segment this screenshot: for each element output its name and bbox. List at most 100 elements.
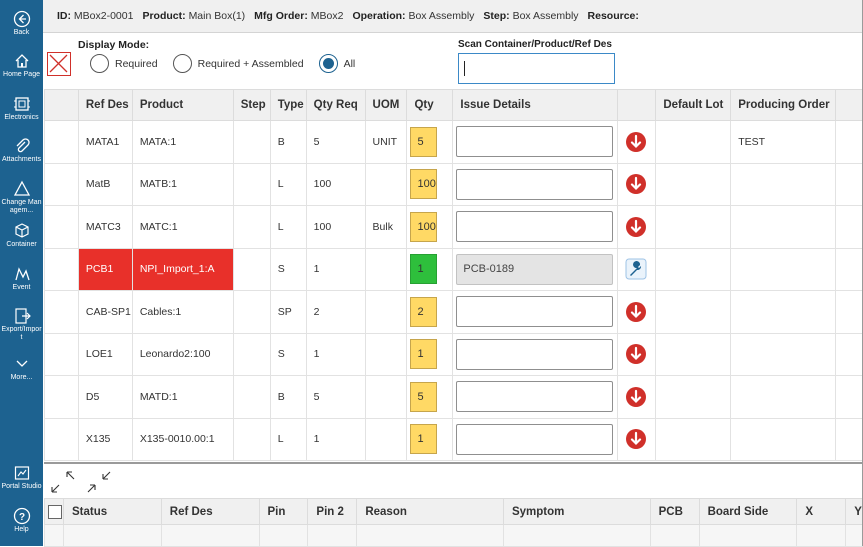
- table-row[interactable]: MatB MATB:1 L 100 100: [44, 162, 863, 206]
- row-selector[interactable]: [44, 120, 79, 164]
- issue-button[interactable]: [625, 343, 647, 365]
- table-row[interactable]: PCB1 NPI_Import_1:A S 1 1 PCB-0189: [44, 247, 863, 291]
- sidebar-item-change-management[interactable]: Change Managem...: [0, 180, 43, 215]
- cell-default-lot: [655, 417, 732, 461]
- column-header-pin[interactable]: Pin: [258, 498, 309, 525]
- qty-input[interactable]: 2: [410, 296, 438, 327]
- issue-button[interactable]: [625, 131, 647, 153]
- column-header-pcb[interactable]: PCB: [649, 498, 700, 525]
- checkbox[interactable]: [48, 504, 62, 519]
- clear-button[interactable]: [47, 52, 71, 76]
- sidebar-item-label: Change Managem...: [1, 199, 42, 214]
- issue-button[interactable]: [625, 301, 647, 323]
- column-header-step[interactable]: Step: [232, 89, 271, 121]
- column-header-producing-order[interactable]: Producing Order: [730, 89, 836, 121]
- sidebar-item-event[interactable]: Event: [0, 265, 43, 292]
- qty-input[interactable]: 1: [410, 339, 438, 370]
- cell-qty: 2: [406, 290, 454, 334]
- sidebar-item-label: Back: [13, 29, 30, 36]
- cell-uom: Bulk: [364, 205, 408, 249]
- issue-details-input[interactable]: [456, 381, 614, 413]
- select-all-checkbox[interactable]: [44, 498, 64, 525]
- cell-qty: 1: [406, 332, 454, 376]
- column-header-y[interactable]: Y: [845, 498, 863, 525]
- cell-qty-req: 1: [305, 247, 366, 291]
- expand-collapse-arrows[interactable]: [50, 468, 115, 495]
- radio-required-assembled[interactable]: Required + Assembled: [172, 54, 304, 73]
- column-header-qty-req[interactable]: Qty Req: [305, 89, 366, 121]
- issue-details-input[interactable]: [456, 126, 614, 158]
- column-header-symptom[interactable]: Symptom: [502, 498, 651, 525]
- qty-input[interactable]: 5: [410, 126, 438, 157]
- qty-input[interactable]: 1: [410, 254, 438, 285]
- issue-button[interactable]: [625, 216, 647, 238]
- column-header-product[interactable]: Product: [131, 89, 234, 121]
- cell-default-lot: [655, 290, 732, 334]
- panel-splitter[interactable]: [44, 462, 863, 464]
- sidebar-item-more[interactable]: More...: [0, 355, 43, 382]
- cell-producing-order: [730, 332, 836, 376]
- column-header-ref-des[interactable]: Ref Des: [160, 498, 260, 525]
- row-selector[interactable]: [44, 417, 79, 461]
- issue-button[interactable]: [625, 428, 647, 450]
- cell-qty: 1: [406, 247, 454, 291]
- column-header-action[interactable]: [617, 89, 657, 121]
- column-header-reason[interactable]: Reason: [356, 498, 504, 525]
- sidebar-item-home-page[interactable]: Home Page: [0, 52, 43, 79]
- table-row[interactable]: CAB-SP1 Cables:1 SP 2 2: [44, 290, 863, 334]
- column-header-ref-des[interactable]: Ref Des: [77, 89, 133, 121]
- issue-details-input[interactable]: [456, 338, 614, 370]
- column-header-x[interactable]: X: [796, 498, 847, 525]
- issue-details-input[interactable]: [456, 423, 614, 455]
- radio-all[interactable]: All: [318, 54, 355, 73]
- cell-qty-req: 1: [305, 417, 366, 461]
- cell-issue-details: [452, 417, 619, 461]
- column-header-default-lot[interactable]: Default Lot: [655, 89, 732, 121]
- column-header-type[interactable]: Type: [269, 89, 307, 121]
- issue-details-input[interactable]: [456, 168, 614, 200]
- radio-required[interactable]: Required: [90, 54, 158, 73]
- issue-button[interactable]: [625, 173, 647, 195]
- column-header-board-side[interactable]: Board Side: [698, 498, 798, 525]
- column-header-select[interactable]: [44, 89, 79, 121]
- sidebar-item-attachments[interactable]: Attachments: [0, 137, 43, 164]
- issue-details-input[interactable]: [456, 211, 614, 243]
- cell-uom: [364, 290, 408, 334]
- sidebar-item-help[interactable]: ? Help: [0, 507, 43, 534]
- issue-button[interactable]: [625, 386, 647, 408]
- column-header-qty[interactable]: Qty: [406, 89, 454, 121]
- scan-input[interactable]: [458, 53, 615, 84]
- sidebar-item-portal-studio[interactable]: Portal Studio: [0, 464, 43, 491]
- column-header-status[interactable]: Status: [62, 498, 162, 525]
- qty-input[interactable]: 1: [410, 424, 438, 455]
- sidebar-item-export-import[interactable]: Export/Import: [0, 307, 43, 342]
- edit-issue-button[interactable]: [625, 258, 647, 280]
- qty-input[interactable]: 100: [410, 211, 438, 242]
- cell-filler: [834, 247, 863, 291]
- row-selector[interactable]: [44, 162, 79, 206]
- table-row[interactable]: LOE1 Leonardo2:100 S 1 1: [44, 332, 863, 376]
- row-selector[interactable]: [44, 375, 79, 419]
- row-selector[interactable]: [44, 247, 79, 291]
- cell-ref-des: LOE1: [77, 332, 133, 376]
- cell-product: Leonardo2:100: [131, 332, 234, 376]
- table-row[interactable]: MATC3 MATC:1 L 100 Bulk 100: [44, 205, 863, 249]
- cell-default-lot: [655, 247, 732, 291]
- row-selector[interactable]: [44, 205, 79, 249]
- sidebar-item-container[interactable]: Container: [0, 222, 43, 249]
- table-row[interactable]: MATA1 MATA:1 B 5 UNIT 5 TEST: [44, 120, 863, 164]
- sidebar-item-back[interactable]: Back: [0, 10, 43, 37]
- qty-input[interactable]: 5: [410, 381, 438, 412]
- sidebar-item-electronics[interactable]: Electronics: [0, 95, 43, 122]
- cell-step: [232, 417, 271, 461]
- column-header-uom[interactable]: UOM: [364, 89, 408, 121]
- row-selector[interactable]: [44, 290, 79, 334]
- row-selector[interactable]: [44, 332, 79, 376]
- issue-details-input[interactable]: [456, 296, 614, 328]
- column-header-pin-2[interactable]: Pin 2: [307, 498, 358, 525]
- column-header-issue-details[interactable]: Issue Details: [452, 89, 619, 121]
- table-row[interactable]: X135 X135-0010.00:1 L 1 1: [44, 417, 863, 461]
- qty-input[interactable]: 100: [410, 169, 438, 200]
- issue-details-input: PCB-0189: [456, 253, 614, 285]
- table-row[interactable]: D5 MATD:1 B 5 5: [44, 375, 863, 419]
